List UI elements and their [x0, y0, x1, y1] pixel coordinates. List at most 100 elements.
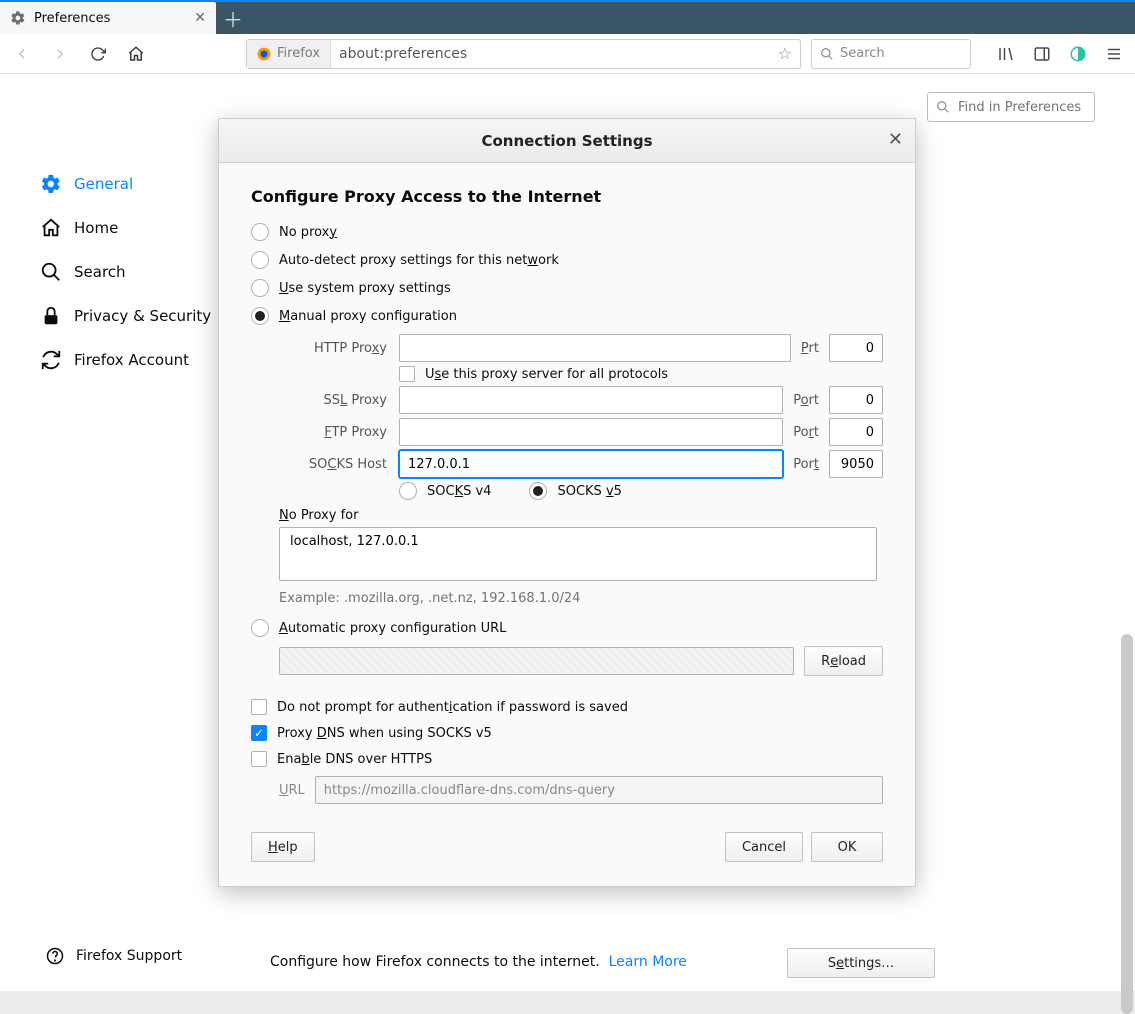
- radio-system-proxy[interactable]: Use system proxy settings: [251, 274, 883, 302]
- back-button[interactable]: [8, 40, 36, 68]
- ssl-port-input[interactable]: [829, 386, 883, 414]
- extension-icon[interactable]: [1065, 41, 1091, 67]
- sidebar-item-privacy[interactable]: Privacy & Security: [40, 294, 220, 338]
- sidebar-item-label: Firefox Account: [74, 351, 189, 369]
- search-placeholder: Search: [840, 46, 885, 61]
- auto-url-input[interactable]: [279, 647, 794, 675]
- sidebar-item-label: Privacy & Security: [74, 307, 211, 325]
- bookmark-star-icon[interactable]: ☆: [770, 44, 800, 63]
- doh-url-label: URL: [279, 783, 305, 798]
- http-proxy-row: HTTP Proxy Prt: [279, 334, 883, 362]
- socks-version-row: SOCKS v4 SOCKS v5: [279, 482, 883, 500]
- gear-icon: [40, 173, 62, 195]
- radio-icon: [251, 619, 269, 637]
- proxy-description: Configure how Firefox connects to the in…: [270, 954, 687, 970]
- section-title: Configure Proxy Access to the Internet: [251, 187, 883, 206]
- cancel-button[interactable]: Cancel: [725, 832, 803, 862]
- support-label: Firefox Support: [76, 948, 182, 964]
- socks-host-input[interactable]: [399, 450, 783, 478]
- find-placeholder: Find in Preferences: [958, 100, 1081, 115]
- socks-host-row: SOCKS Host Port: [279, 450, 883, 478]
- socks-host-label: SOCKS Host: [279, 457, 389, 472]
- checkbox-icon: [399, 366, 415, 382]
- http-port-input[interactable]: [829, 334, 883, 362]
- doh-url-input[interactable]: [315, 776, 883, 804]
- tab-title: Preferences: [34, 11, 186, 26]
- sidebar-item-search[interactable]: Search: [40, 250, 220, 294]
- menu-icon[interactable]: [1101, 41, 1127, 67]
- find-in-preferences[interactable]: Find in Preferences: [927, 92, 1095, 122]
- navigation-bar: Firefox about:preferences ☆ Search: [0, 34, 1135, 74]
- ftp-proxy-input[interactable]: [399, 418, 783, 446]
- category-sidebar: General Home Search Privacy & Security F…: [0, 74, 220, 991]
- ftp-proxy-label: FTP Proxy: [279, 425, 389, 440]
- dialog-header: Connection Settings ✕: [219, 119, 915, 163]
- sidebar-item-account[interactable]: Firefox Account: [40, 338, 220, 382]
- help-button[interactable]: Help: [251, 832, 315, 862]
- help-icon: [46, 947, 64, 965]
- radio-icon: [251, 223, 269, 241]
- reload-button[interactable]: [84, 40, 112, 68]
- gear-icon: [10, 10, 26, 26]
- ok-button[interactable]: OK: [811, 832, 883, 862]
- sidebar-item-home[interactable]: Home: [40, 206, 220, 250]
- sync-icon: [40, 349, 62, 371]
- ssl-proxy-input[interactable]: [399, 386, 783, 414]
- sidebar-icon[interactable]: [1029, 41, 1055, 67]
- socks-port-input[interactable]: [829, 450, 883, 478]
- forward-button[interactable]: [46, 40, 74, 68]
- close-icon[interactable]: ✕: [194, 10, 206, 26]
- sidebar-item-general[interactable]: General: [40, 162, 220, 206]
- noproxy-example: Example: .mozilla.org, .net.nz, 192.168.…: [279, 591, 883, 606]
- support-link[interactable]: Firefox Support: [46, 947, 182, 965]
- radio-manual-proxy[interactable]: Manual proxy configuration: [251, 302, 883, 330]
- chk-no-auth-prompt[interactable]: Do not prompt for authentication if pass…: [251, 694, 883, 720]
- ftp-proxy-row: FTP Proxy Port: [279, 418, 883, 446]
- chk-dns-over-https[interactable]: Enable DNS over HTTPS: [251, 746, 883, 772]
- noproxy-label: No Proxy for: [279, 508, 883, 523]
- radio-socks4[interactable]: [399, 482, 417, 500]
- noproxy-textarea[interactable]: [279, 527, 877, 581]
- checkbox-icon: [251, 725, 267, 741]
- checkbox-icon: [251, 751, 267, 767]
- dialog-footer: Help Cancel OK: [219, 832, 915, 886]
- home-button[interactable]: [122, 40, 150, 68]
- http-proxy-label: HTTP Proxy: [279, 341, 389, 356]
- tab-strip: Preferences ✕ ＋: [0, 0, 1135, 34]
- search-icon: [40, 261, 62, 283]
- scrollbar[interactable]: [1121, 634, 1133, 1014]
- radio-socks5[interactable]: [529, 482, 547, 500]
- radio-no-proxy[interactable]: No proxy: [251, 218, 883, 246]
- dialog-title: Connection Settings: [481, 132, 652, 150]
- reload-button[interactable]: Reload: [804, 646, 883, 676]
- radio-auto-detect[interactable]: Auto-detect proxy settings for this netw…: [251, 246, 883, 274]
- lock-icon: [40, 305, 62, 327]
- identity-box[interactable]: Firefox: [247, 40, 331, 68]
- chk-proxy-dns[interactable]: Proxy DNS when using SOCKS v5: [251, 720, 883, 746]
- auto-url-row: Reload: [251, 646, 883, 676]
- radio-icon: [251, 251, 269, 269]
- search-bar[interactable]: Search: [811, 39, 971, 69]
- doh-url-row: URL: [251, 776, 883, 804]
- new-tab-button[interactable]: ＋: [216, 2, 250, 34]
- home-icon: [40, 217, 62, 239]
- ssl-proxy-row: SSL Proxy Port: [279, 386, 883, 414]
- radio-icon: [251, 279, 269, 297]
- url-text: about:preferences: [331, 46, 770, 62]
- settings-button[interactable]: Settings…: [787, 948, 935, 978]
- radio-auto-url[interactable]: Automatic proxy configuration URL: [251, 614, 883, 642]
- close-icon[interactable]: ✕: [888, 129, 903, 150]
- scheme-label: Firefox: [277, 46, 320, 61]
- connection-settings-dialog: Connection Settings ✕ Configure Proxy Ac…: [218, 118, 916, 887]
- library-icon[interactable]: [993, 41, 1019, 67]
- dialog-body: Configure Proxy Access to the Internet N…: [219, 163, 915, 832]
- tab-preferences[interactable]: Preferences ✕: [0, 2, 216, 34]
- url-bar[interactable]: Firefox about:preferences ☆: [246, 39, 801, 69]
- learn-more-link[interactable]: Learn More: [609, 954, 687, 970]
- radio-icon: [251, 307, 269, 325]
- use-all-row[interactable]: Use this proxy server for all protocols: [279, 366, 883, 382]
- search-icon: [936, 100, 950, 114]
- ftp-port-input[interactable]: [829, 418, 883, 446]
- checkbox-icon: [251, 699, 267, 715]
- http-proxy-input[interactable]: [399, 334, 791, 362]
